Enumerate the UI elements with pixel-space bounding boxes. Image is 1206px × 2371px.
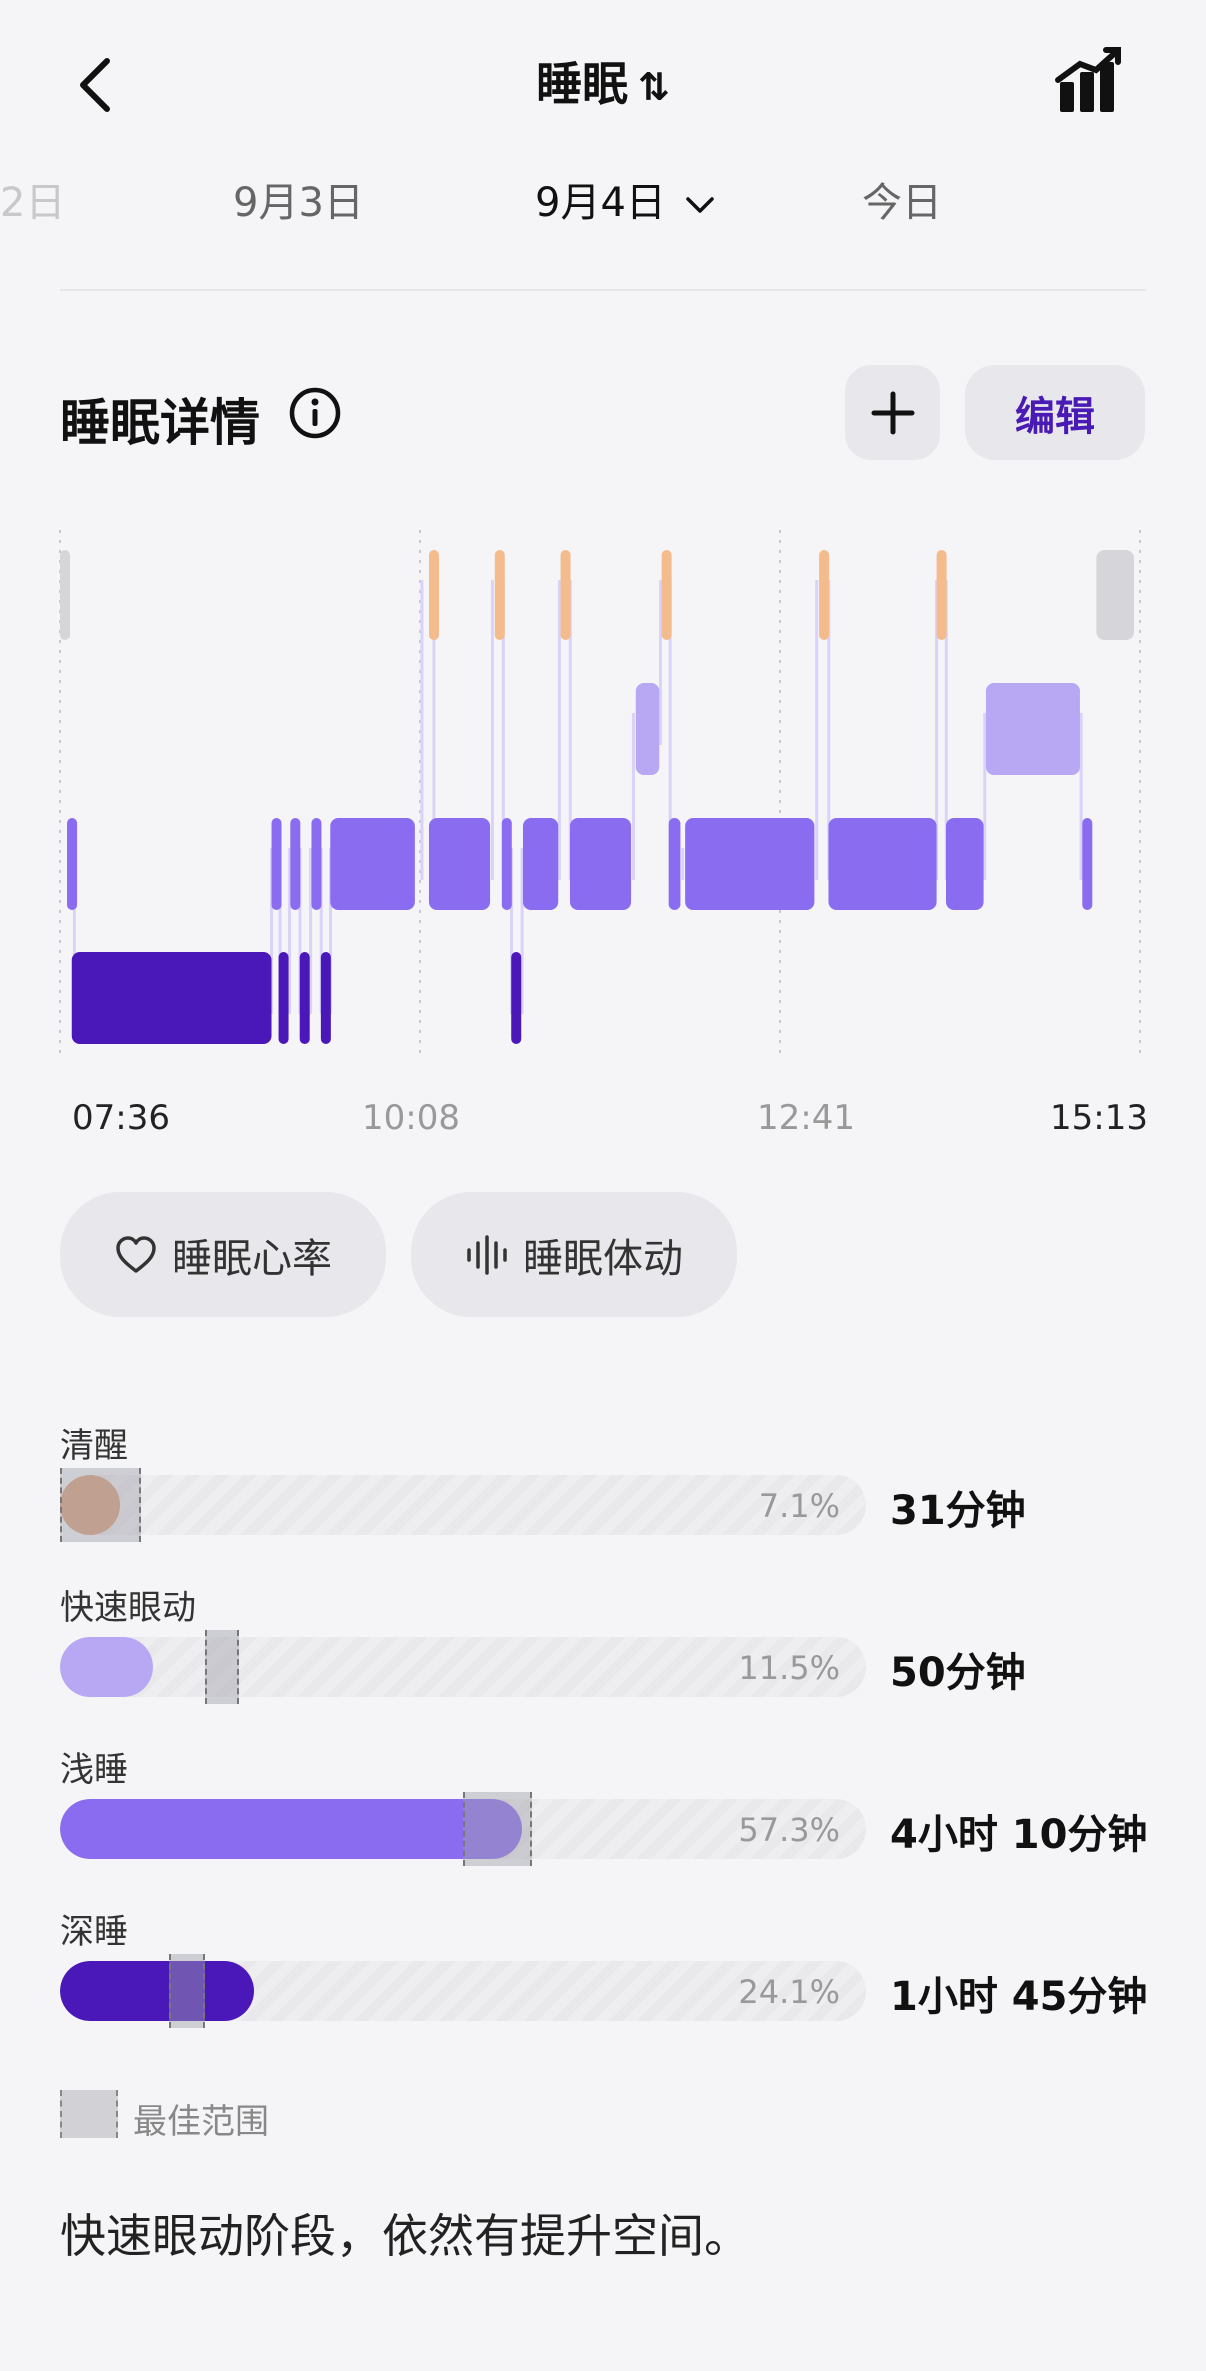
hypnogram-segment-deep bbox=[320, 952, 331, 1044]
hypnogram-segment-light bbox=[569, 818, 632, 910]
hypnogram-segment-awake bbox=[661, 550, 672, 640]
hypnogram-segment-awake bbox=[428, 550, 439, 640]
hypnogram-segment-light bbox=[828, 818, 937, 910]
bar-chart-trend-icon bbox=[1055, 47, 1121, 112]
stage-label: 清醒 bbox=[60, 1426, 128, 1466]
hypnogram-segment-awake bbox=[819, 550, 830, 640]
stage-bar-fill bbox=[60, 1799, 522, 1859]
hypnogram-segment-awake bbox=[494, 550, 505, 640]
sleep-movement-label: 睡眠体动 bbox=[523, 1235, 683, 1282]
sort-icon: ⇅ bbox=[638, 65, 670, 109]
stage-bar-track: 11.5% bbox=[60, 1637, 866, 1697]
hypnogram-segment-light bbox=[290, 818, 301, 910]
hypnogram-segment-light bbox=[668, 818, 681, 910]
date-current-label: 9月4日 bbox=[535, 180, 666, 226]
hypnogram-segment-rem bbox=[635, 683, 660, 775]
stage-bar-fill bbox=[60, 1637, 153, 1697]
hypnogram-segment-deep bbox=[511, 952, 522, 1044]
info-icon[interactable] bbox=[288, 386, 342, 440]
hypnogram-segment-light bbox=[330, 818, 415, 910]
sleep-heart-rate-button[interactable]: 睡眠心率 bbox=[60, 1192, 386, 1317]
stage-bar-fill bbox=[60, 1961, 255, 2021]
stage-label: 深睡 bbox=[60, 1912, 128, 1952]
hypnogram-chart[interactable] bbox=[0, 520, 1206, 1080]
plus-icon bbox=[871, 391, 914, 434]
time-label-end: 15:13 bbox=[1050, 1098, 1148, 1138]
best-range-label: 最佳范围 bbox=[133, 2102, 269, 2142]
heart-icon bbox=[116, 1235, 156, 1273]
time-label-start: 07:36 bbox=[72, 1098, 170, 1138]
stage-label: 浅睡 bbox=[60, 1750, 128, 1790]
stage-percent: 24.1% bbox=[738, 1973, 840, 2011]
chevron-down-icon bbox=[685, 197, 714, 213]
stage-best-range bbox=[205, 1630, 240, 1704]
hypnogram-segment-light bbox=[428, 818, 491, 910]
hypnogram-segment-light bbox=[685, 818, 815, 910]
stage-duration: 4小时 10分钟 bbox=[890, 1812, 1148, 1858]
sleep-heart-rate-label: 睡眠心率 bbox=[172, 1235, 332, 1282]
divider bbox=[60, 289, 1146, 291]
stage-duration: 50分钟 bbox=[890, 1650, 1026, 1696]
time-label-2: 12:41 bbox=[757, 1098, 855, 1138]
add-button[interactable] bbox=[845, 365, 940, 460]
stage-best-range bbox=[168, 1954, 206, 2028]
hypnogram-segment-offbed bbox=[1096, 550, 1134, 640]
hypnogram-segment-light bbox=[945, 818, 984, 910]
stage-best-range bbox=[60, 1468, 141, 1542]
summary-text: 快速眼动阶段，依然有提升空间。 bbox=[60, 2209, 750, 2263]
hypnogram-segment-light bbox=[271, 818, 282, 910]
hypnogram-segment-deep bbox=[71, 952, 272, 1044]
hypnogram-segment-light bbox=[67, 818, 78, 910]
hypnogram-segment-awake bbox=[560, 550, 571, 640]
stage-duration: 1小时 45分钟 bbox=[890, 1974, 1148, 2020]
date-item-prev2[interactable]: 2日 bbox=[0, 170, 65, 228]
edit-button[interactable]: 编辑 bbox=[965, 365, 1145, 460]
stage-percent: 7.1% bbox=[758, 1487, 840, 1525]
sleep-movement-button[interactable]: 睡眠体动 bbox=[411, 1192, 737, 1317]
date-item-today[interactable]: 今日 bbox=[862, 170, 942, 228]
hypnogram-segment-light bbox=[501, 818, 512, 910]
page-title-text: 睡眠 bbox=[536, 57, 629, 111]
hypnogram-segment-light bbox=[311, 818, 322, 910]
hypnogram-segment-deep bbox=[299, 952, 310, 1044]
date-item-current[interactable]: 9月4日 bbox=[535, 170, 715, 228]
stage-percent: 11.5% bbox=[738, 1649, 840, 1687]
stage-best-range bbox=[463, 1792, 532, 1866]
best-range-swatch bbox=[60, 2090, 118, 2138]
time-label-1: 10:08 bbox=[362, 1098, 460, 1138]
waveform-icon bbox=[467, 1234, 507, 1275]
hypnogram-segment-rem bbox=[985, 683, 1080, 775]
section-title: 睡眠详情 bbox=[60, 394, 260, 452]
chart-blocks bbox=[60, 550, 1134, 1044]
stage-bar-track: 7.1% bbox=[60, 1475, 866, 1535]
chart-connectors bbox=[72, 580, 1083, 1014]
hypnogram-segment-deep bbox=[278, 952, 289, 1044]
date-item-prev[interactable]: 9月3日 bbox=[233, 170, 364, 228]
stage-duration: 31分钟 bbox=[890, 1488, 1026, 1534]
stage-label: 快速眼动 bbox=[60, 1588, 196, 1628]
hypnogram-segment-light bbox=[1082, 818, 1093, 910]
stage-percent: 57.3% bbox=[738, 1811, 840, 1849]
hypnogram-segment-light bbox=[522, 818, 559, 910]
hypnogram-segment-awake bbox=[936, 550, 947, 640]
page-title[interactable]: 睡眠 ⇅ bbox=[0, 48, 1206, 114]
hypnogram-segment-offbed bbox=[60, 550, 70, 640]
stats-button[interactable] bbox=[1050, 42, 1130, 122]
